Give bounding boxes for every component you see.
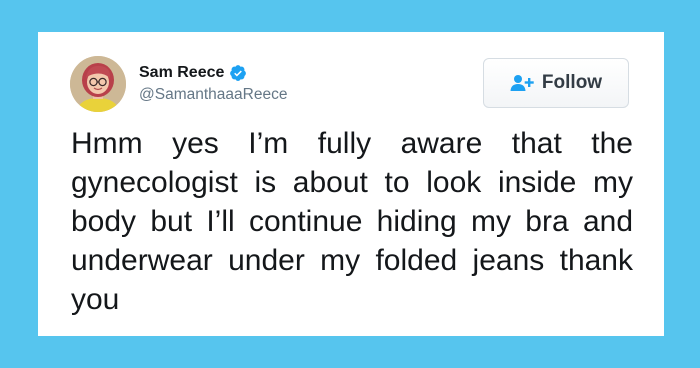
avatar[interactable] bbox=[70, 56, 126, 112]
page-background: Sam Reece @SamanthaaaReece Follow Hmm ye… bbox=[0, 0, 700, 368]
author-display-name[interactable]: Sam Reece bbox=[139, 63, 224, 83]
add-user-icon bbox=[510, 74, 534, 92]
tweet-card: Sam Reece @SamanthaaaReece Follow Hmm ye… bbox=[38, 32, 664, 336]
follow-button-label: Follow bbox=[541, 72, 603, 93]
author-name-row: Sam Reece bbox=[139, 63, 247, 83]
author-handle[interactable]: @SamanthaaaReece bbox=[139, 85, 287, 105]
tweet-text: Hmm yes I’m fully aware that the gynecol… bbox=[71, 127, 633, 316]
avatar-photo-icon bbox=[70, 56, 126, 112]
follow-button[interactable]: Follow bbox=[483, 58, 629, 108]
verified-badge-icon bbox=[229, 64, 247, 82]
